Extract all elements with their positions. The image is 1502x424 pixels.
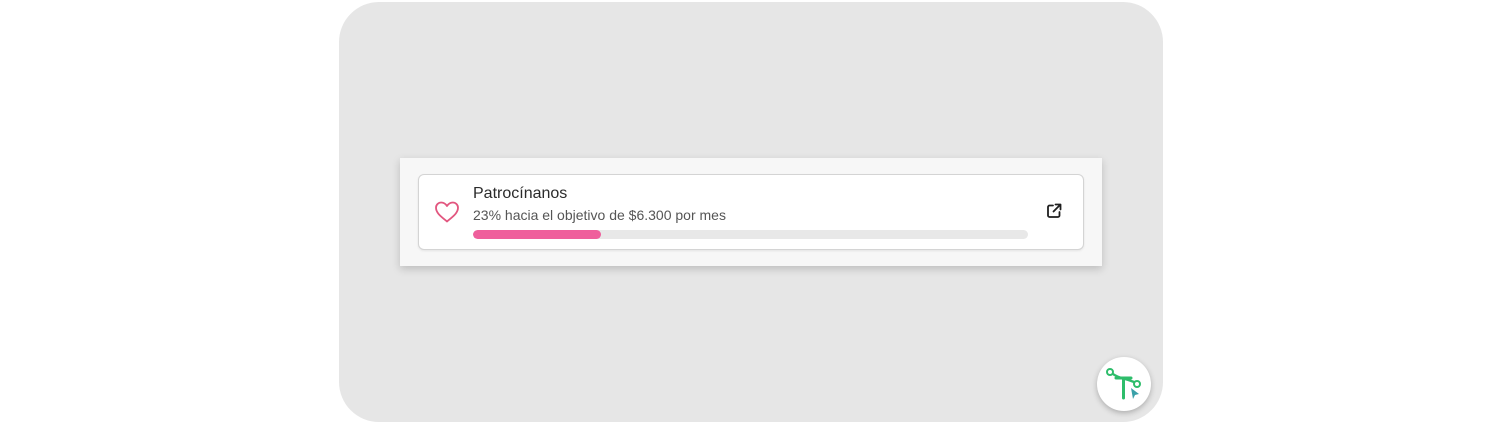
sponsor-progress-bar: [473, 230, 1028, 239]
sponsor-goal-text: 23% hacia el objetivo de $6.300 por mes: [473, 207, 726, 223]
screenshot-stage: Patrocínanos 23% hacia el objetivo de $6…: [339, 2, 1163, 422]
tool-logo-icon: [1106, 368, 1141, 400]
external-link-icon[interactable]: [1045, 202, 1063, 220]
sponsor-card[interactable]: Patrocínanos 23% hacia el objetivo de $6…: [418, 174, 1084, 250]
sponsor-progress-fill: [473, 230, 601, 239]
heart-icon: [435, 201, 459, 223]
sponsor-title: Patrocínanos: [473, 185, 568, 202]
floating-tool-button[interactable]: [1097, 357, 1151, 411]
sponsor-panel: Patrocínanos 23% hacia el objetivo de $6…: [400, 158, 1102, 266]
